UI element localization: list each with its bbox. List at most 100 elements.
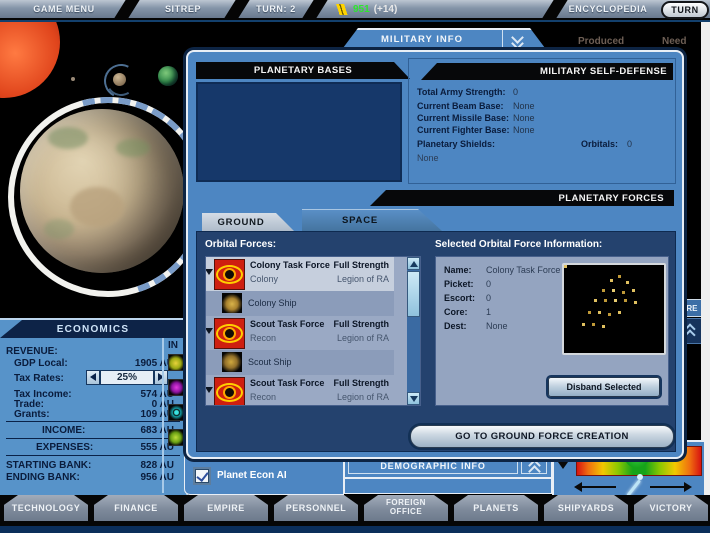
- scroll-down-button[interactable]: [407, 392, 420, 405]
- divider: [6, 455, 180, 456]
- dialog-collapse-button[interactable]: [503, 30, 531, 52]
- triangle-down-icon: [410, 396, 418, 402]
- orbitals-value: 0: [627, 139, 632, 149]
- gauge-left-arrow-icon[interactable]: [580, 486, 616, 488]
- ending-bank-label: ENDING BANK:: [6, 472, 80, 483]
- info-picket-value: 0: [486, 279, 491, 289]
- small-planet-dot[interactable]: [71, 77, 75, 81]
- tab-foreign-office[interactable]: FOREIGN OFFICE: [364, 495, 448, 521]
- beam-base-value: None: [513, 101, 535, 111]
- demographic-collapse-button[interactable]: [521, 457, 547, 474]
- tax-decrease-button[interactable]: [86, 370, 100, 385]
- tab-personnel[interactable]: PERSONNEL: [274, 495, 358, 521]
- row-expand-icon[interactable]: [205, 387, 213, 393]
- force-row-colony-task-force[interactable]: Colony Task Force Colony Full Strength L…: [206, 257, 394, 291]
- info-name-label: Name:: [444, 265, 472, 275]
- planet-econ-ai-checkbox[interactable]: [193, 467, 211, 485]
- ship-name: Scout Ship: [248, 357, 292, 367]
- force-row-scout-task-force-2[interactable]: Scout Task Force Recon Full Strength Leg…: [206, 375, 394, 406]
- self-defense-panel: MILITARY SELF-DEFENSE Total Army Strengt…: [408, 58, 676, 184]
- beam-base-label: Current Beam Base:: [417, 101, 504, 111]
- divider: [6, 438, 180, 439]
- force-owner: Legion of RA: [337, 274, 389, 284]
- tab-ground[interactable]: GROUND: [202, 213, 294, 231]
- industry-production-icon[interactable]: [168, 404, 185, 421]
- ship-row-colony-ship[interactable]: Colony Ship: [206, 291, 394, 316]
- dialog-title: MILITARY INFO: [342, 34, 502, 45]
- credits-display: 951 (+14): [336, 3, 397, 15]
- task-force-insignia-icon: [214, 318, 245, 349]
- moon-planet[interactable]: [113, 73, 126, 86]
- info-core-label: Core:: [444, 307, 468, 317]
- turn-counter: TURN: 2: [246, 0, 306, 18]
- force-type: Recon: [250, 333, 276, 343]
- planet-econ-ai-label: Planet Econ AI: [217, 470, 287, 481]
- scroll-thumb[interactable]: [407, 271, 420, 317]
- ship-row-scout-ship[interactable]: Scout Ship: [206, 350, 394, 375]
- row-expand-icon[interactable]: [205, 328, 213, 334]
- disband-selected-button[interactable]: Disband Selected: [548, 377, 660, 397]
- economics-panel: ECONOMICS REVENUE: GDP Local: 1905 AU Ta…: [0, 318, 188, 495]
- self-defense-header: MILITARY SELF-DEFENSE: [421, 63, 673, 80]
- planetary-forces-header: PLANETARY FORCES: [370, 190, 674, 206]
- missile-base-label: Current Missile Base:: [417, 113, 509, 123]
- force-status: Full Strength: [334, 378, 390, 388]
- tab-shipyards[interactable]: SHIPYARDS: [544, 495, 628, 521]
- military-info-title-tab[interactable]: MILITARY INFO: [340, 28, 548, 52]
- tab-finance[interactable]: FINANCE: [94, 495, 178, 521]
- industry-mining-icon[interactable]: [168, 379, 185, 396]
- game-menu-button[interactable]: GAME MENU: [10, 0, 118, 18]
- bottom-blue-strip: [0, 526, 710, 533]
- topbar-divider: [114, 0, 139, 18]
- force-owner: Legion of RA: [337, 392, 389, 402]
- info-name-value: Colony Task Force: [486, 265, 560, 275]
- top-menu-bar: GAME MENU SITREP TURN: 2 951 (+14) ENCYC…: [0, 0, 710, 20]
- starting-bank-value: 828 AU: [140, 460, 174, 471]
- tax-rate-field: 25%: [100, 370, 154, 385]
- planetary-bases-header: PLANETARY BASES: [196, 62, 410, 79]
- green-planet[interactable]: [158, 66, 178, 86]
- planet-econ-panel: Planet Econ AI: [184, 454, 344, 495]
- ground-force-creation-button[interactable]: GO TO GROUND FORCE CREATION: [410, 425, 674, 448]
- bottom-tab-bar: TECHNOLOGY FINANCE EMPIRE PERSONNEL FORE…: [0, 495, 710, 533]
- fleet-preview: [562, 263, 666, 355]
- tab-victory[interactable]: VICTORY: [634, 495, 708, 521]
- ship-name: Colony Ship: [248, 298, 297, 308]
- starting-bank-label: STARTING BANK:: [6, 460, 91, 471]
- insignia-pupil: [223, 268, 236, 281]
- gauge-right-arrow-icon[interactable]: [650, 486, 686, 488]
- colony-ship-icon: [222, 293, 242, 313]
- industry-research-icon[interactable]: [168, 429, 185, 446]
- force-row-scout-task-force[interactable]: Scout Task Force Recon Full Strength Leg…: [206, 316, 394, 350]
- tab-planets[interactable]: PLANETS: [454, 495, 538, 521]
- force-type: Colony: [250, 274, 278, 284]
- orbital-forces-list[interactable]: Colony Task Force Colony Full Strength L…: [205, 256, 421, 406]
- tab-space[interactable]: SPACE: [302, 209, 442, 231]
- tab-empire[interactable]: EMPIRE: [184, 495, 268, 521]
- income-label: INCOME:: [42, 425, 85, 436]
- encyclopedia-button[interactable]: ENCYCLOPEDIA: [560, 0, 656, 18]
- info-escort-label: Escort:: [444, 293, 475, 303]
- expenses-label: EXPENSES:: [36, 442, 93, 453]
- force-name: Colony Task Force: [250, 260, 330, 270]
- demographic-info-body: [344, 478, 552, 494]
- ending-bank-value: 956 AU: [140, 472, 174, 483]
- tax-increase-button[interactable]: [154, 370, 168, 385]
- row-expand-icon[interactable]: [205, 269, 213, 275]
- missile-base-value: None: [513, 113, 535, 123]
- planet-terrain-patch: [44, 219, 74, 239]
- planet-terrain-patch: [70, 187, 124, 227]
- sitrep-button[interactable]: SITREP: [138, 0, 228, 18]
- space-forces-panel: Orbital Forces: Colony Task Force Colony…: [196, 231, 676, 452]
- list-scrollbar[interactable]: [407, 257, 420, 405]
- scroll-up-button[interactable]: [407, 257, 420, 270]
- game-screen: Produced Need 3 20 /5 6% ent URE GAME ME…: [0, 0, 710, 533]
- grants-label: Grants:: [14, 409, 50, 420]
- tab-technology[interactable]: TECHNOLOGY: [4, 495, 88, 521]
- fleet-formation-dots: [564, 265, 567, 268]
- industry-agriculture-icon[interactable]: [168, 354, 185, 371]
- window-edge-strip: [701, 0, 710, 497]
- turn-button[interactable]: TURN: [661, 1, 709, 19]
- insignia-ring: [216, 265, 243, 284]
- selected-planet[interactable]: [20, 109, 184, 273]
